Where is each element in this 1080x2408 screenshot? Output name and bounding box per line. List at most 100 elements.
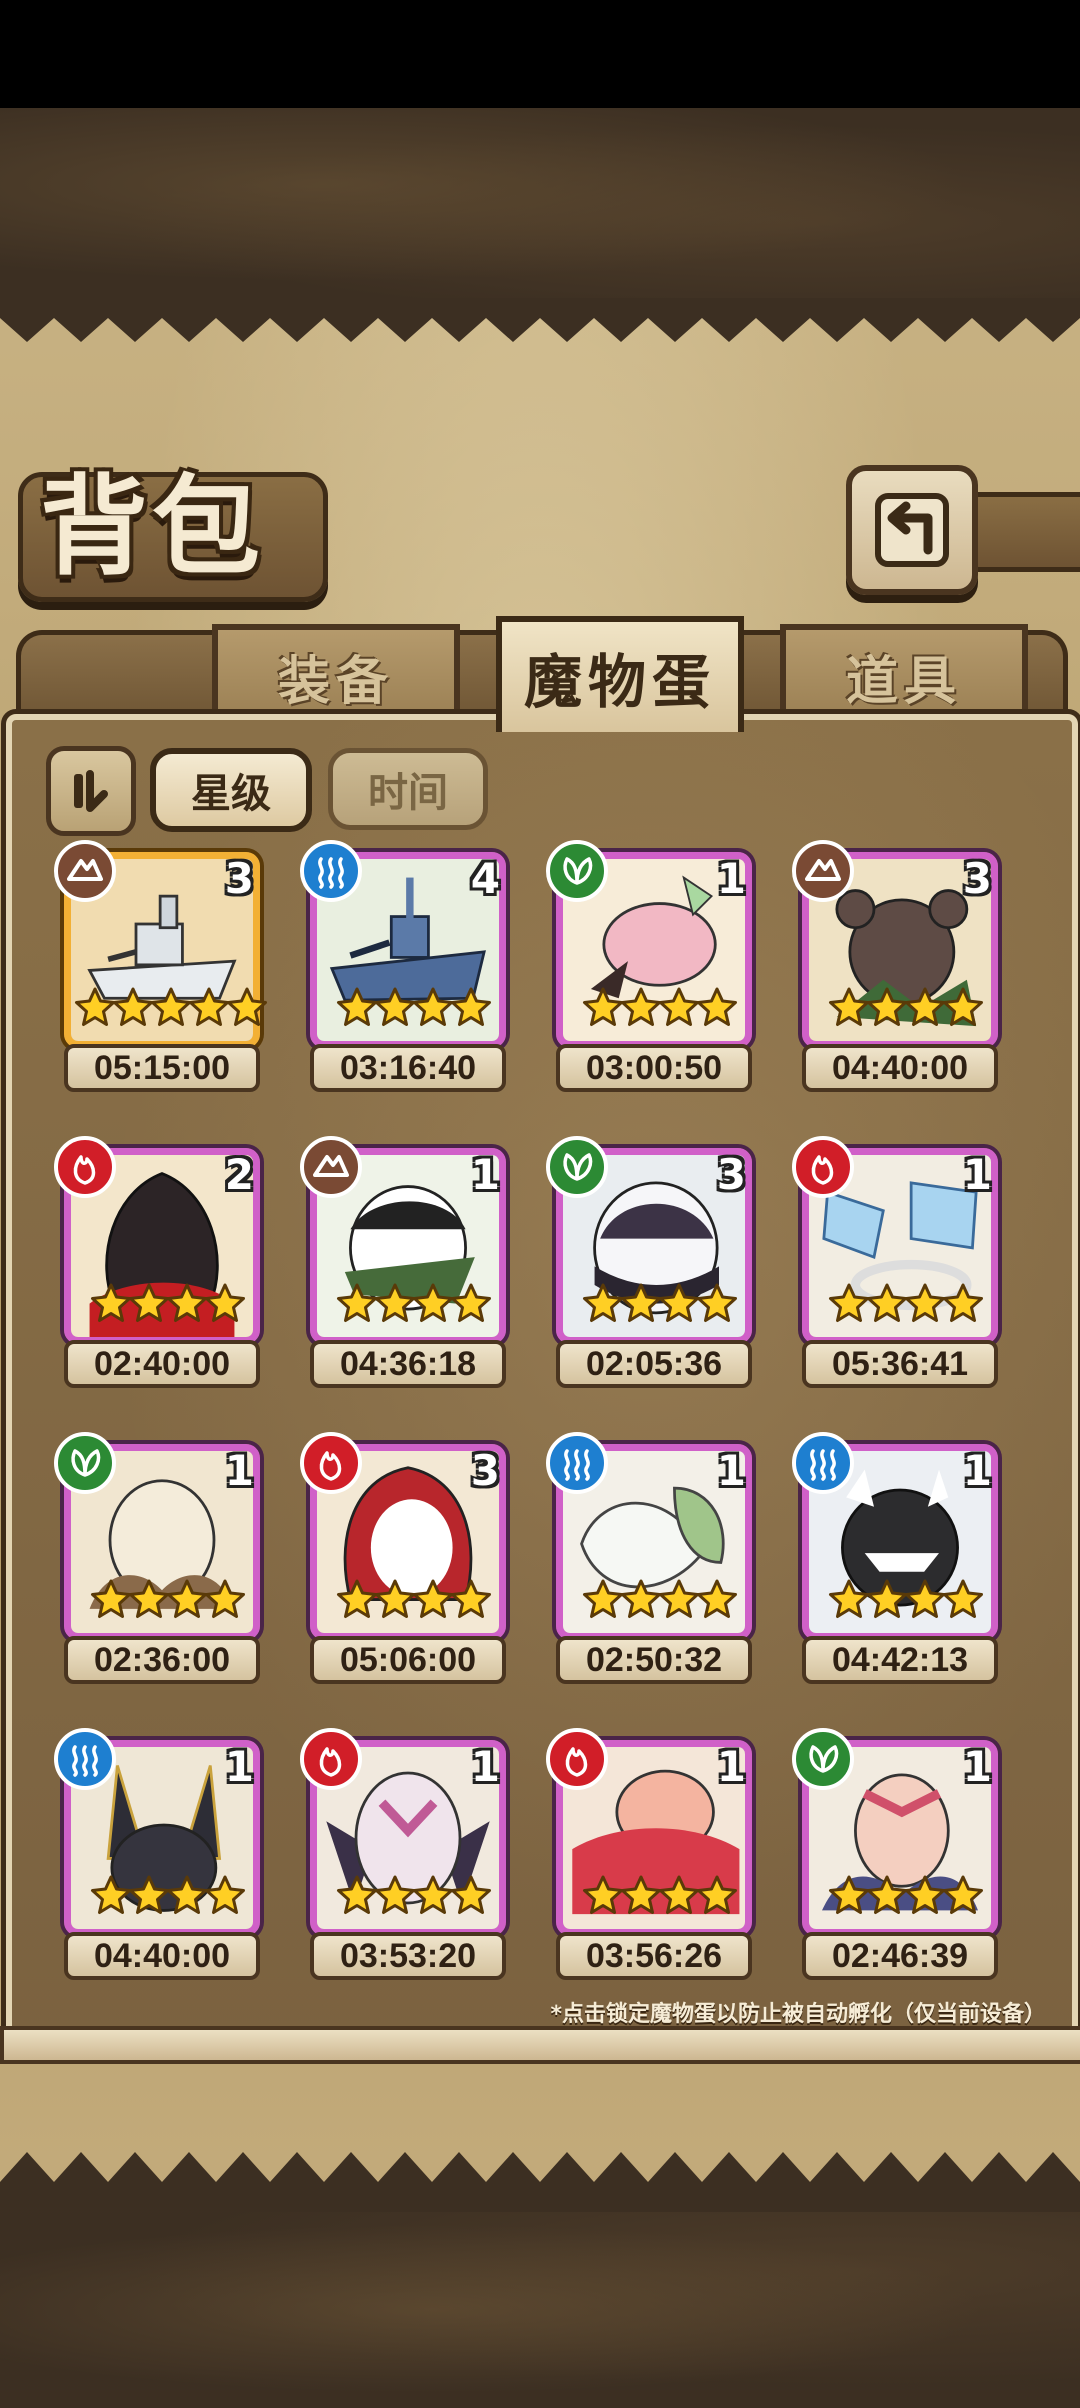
star-icon	[583, 1283, 623, 1322]
star-icon	[621, 1579, 661, 1618]
egg-card[interactable]: 1 04:42:13	[792, 1432, 1002, 1690]
star-icon	[621, 1283, 661, 1322]
hatch-timer: 02:40:00	[64, 1340, 260, 1388]
star-icon	[659, 987, 699, 1026]
hatch-timer: 04:40:00	[64, 1932, 260, 1980]
water-element-icon	[546, 1432, 608, 1494]
return-icon	[875, 493, 949, 567]
earth-element-icon	[54, 840, 116, 902]
egg-count: 1	[962, 1742, 992, 1791]
egg-card[interactable]: 1 03:00:50	[546, 840, 756, 1098]
star-rating	[336, 1874, 491, 1918]
star-icon	[943, 1579, 983, 1618]
tab-equipment[interactable]: 装备	[212, 624, 460, 722]
star-icon	[413, 1875, 453, 1914]
sort-by-time-button[interactable]: 时间	[328, 748, 488, 830]
star-icon	[943, 987, 983, 1026]
star-icon	[621, 1875, 661, 1914]
star-icon	[697, 1283, 737, 1322]
egg-count: 4	[470, 854, 500, 903]
hatch-timer: 02:50:32	[556, 1636, 752, 1684]
star-icon	[189, 987, 229, 1026]
status-bar	[0, 0, 1080, 108]
tab-monster-eggs[interactable]: 魔物蛋	[496, 616, 744, 732]
egg-count: 3	[962, 854, 992, 903]
egg-count: 1	[962, 1150, 992, 1199]
star-icon	[337, 987, 377, 1026]
egg-count: 1	[716, 854, 746, 903]
star-icon	[583, 987, 623, 1026]
egg-card[interactable]: 2 02:40:00	[54, 1136, 264, 1394]
star-rating	[828, 1282, 983, 1326]
egg-card[interactable]: 1 03:53:20	[300, 1728, 510, 1986]
auto-hatch-note: *点击锁定魔物蛋以防止被自动孵化（仅当前设备）	[550, 2002, 1046, 2027]
map-background-top	[0, 108, 1080, 298]
hatch-timer: 05:06:00	[310, 1636, 506, 1684]
egg-card[interactable]: 1 02:46:39	[792, 1728, 1002, 1986]
star-icon	[227, 987, 267, 1026]
tab-label: 道具	[845, 650, 962, 712]
star-icon	[867, 987, 907, 1026]
star-icon	[867, 1579, 907, 1618]
egg-count: 3	[224, 854, 254, 903]
hatch-timer: 02:05:36	[556, 1340, 752, 1388]
egg-card[interactable]: 1 05:36:41	[792, 1136, 1002, 1394]
star-icon	[451, 987, 491, 1026]
star-icon	[129, 1579, 169, 1618]
map-background-bottom	[0, 2210, 1080, 2408]
back-button[interactable]	[846, 465, 978, 595]
egg-card[interactable]: 1 04:36:18	[300, 1136, 510, 1394]
egg-card[interactable]: 3 02:05:36	[546, 1136, 756, 1394]
egg-card[interactable]: 1 04:40:00	[54, 1728, 264, 1986]
star-icon	[113, 987, 153, 1026]
egg-count: 1	[470, 1742, 500, 1791]
egg-card[interactable]: 3 05:15:00	[54, 840, 267, 1098]
fire-element-icon	[792, 1136, 854, 1198]
star-rating	[90, 1282, 245, 1326]
star-icon	[943, 1875, 983, 1914]
star-icon	[375, 1283, 415, 1322]
star-icon	[75, 987, 115, 1026]
egg-card[interactable]: 3 04:40:00	[792, 840, 1002, 1098]
star-icon	[413, 987, 453, 1026]
water-element-icon	[300, 840, 362, 902]
star-icon	[413, 1579, 453, 1618]
star-icon	[451, 1283, 491, 1322]
egg-card[interactable]: 3 05:06:00	[300, 1432, 510, 1690]
star-icon	[167, 1283, 207, 1322]
wood-element-icon	[546, 840, 608, 902]
star-icon	[867, 1875, 907, 1914]
sort-by-star-button[interactable]: 星级	[150, 748, 312, 832]
tab-label: 魔物蛋	[523, 648, 716, 716]
star-rating	[828, 1578, 983, 1622]
hatch-timer: 05:15:00	[64, 1044, 260, 1092]
star-icon	[91, 1875, 131, 1914]
hatch-timer: 02:36:00	[64, 1636, 260, 1684]
star-icon	[205, 1283, 245, 1322]
egg-count: 1	[962, 1446, 992, 1495]
egg-count: 1	[716, 1446, 746, 1495]
egg-card[interactable]: 1 03:56:26	[546, 1728, 756, 1986]
star-icon	[829, 987, 869, 1026]
wood-element-icon	[54, 1432, 116, 1494]
hatch-timer: 03:53:20	[310, 1932, 506, 1980]
sort-toggle-icon	[74, 770, 108, 812]
egg-card[interactable]: 1 02:36:00	[54, 1432, 264, 1690]
tab-items[interactable]: 道具	[780, 624, 1028, 722]
fire-element-icon	[546, 1728, 608, 1790]
egg-card[interactable]: 4 03:16:40	[300, 840, 510, 1098]
star-icon	[91, 1283, 131, 1322]
sort-order-button[interactable]	[46, 746, 136, 836]
star-icon	[905, 1283, 945, 1322]
star-icon	[659, 1283, 699, 1322]
star-rating	[336, 986, 491, 1030]
star-icon	[205, 1875, 245, 1914]
egg-card[interactable]: 1 02:50:32	[546, 1432, 756, 1690]
star-icon	[451, 1875, 491, 1914]
hatch-timer: 03:00:50	[556, 1044, 752, 1092]
star-icon	[337, 1579, 377, 1618]
tab-label: 装备	[277, 650, 394, 712]
star-icon	[167, 1579, 207, 1618]
star-icon	[151, 987, 191, 1026]
egg-count: 1	[470, 1150, 500, 1199]
